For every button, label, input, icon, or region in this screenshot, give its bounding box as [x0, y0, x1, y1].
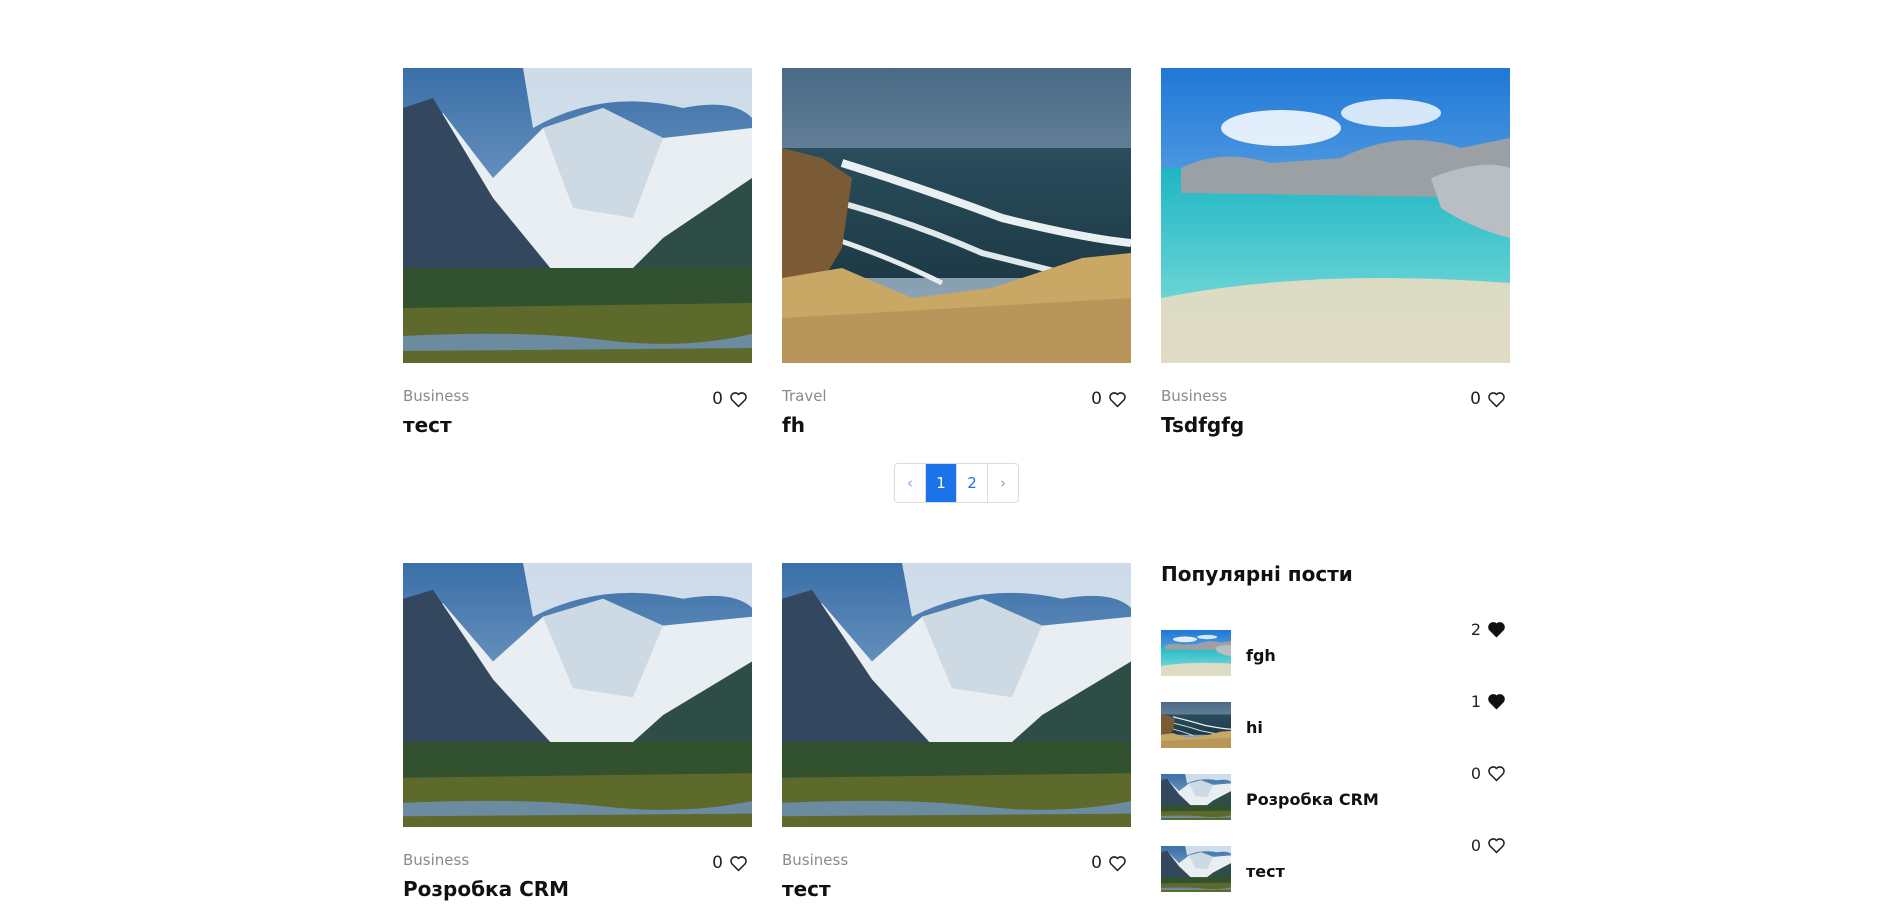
popular-post-thumbnail[interactable]	[1161, 702, 1231, 748]
popular-post-thumbnail[interactable]	[1161, 774, 1231, 820]
like-count: 0	[712, 389, 723, 409]
like-button[interactable]: 0	[712, 853, 748, 873]
like-button[interactable]: 0	[1471, 836, 1506, 855]
popular-posts-heading: Популярні пости	[1161, 562, 1353, 586]
popular-post-item[interactable]: тест 0	[1161, 836, 1510, 892]
post-card[interactable]: Business 0 тест	[403, 68, 752, 437]
heart-outline-icon[interactable]	[1487, 391, 1506, 408]
like-count: 0	[1470, 764, 1481, 783]
popular-post-title[interactable]: тест	[1246, 862, 1285, 881]
heart-outline-icon[interactable]	[729, 855, 748, 872]
post-category[interactable]: Business	[403, 851, 469, 869]
popular-post-item[interactable]: hi 1	[1161, 692, 1510, 748]
like-button[interactable]: 1	[1471, 692, 1506, 711]
like-count: 0	[1091, 389, 1102, 409]
post-card[interactable]: Business 0 Tsdfgfg	[1161, 68, 1510, 437]
post-category[interactable]: Business	[403, 387, 469, 405]
popular-post-thumbnail[interactable]	[1161, 630, 1231, 676]
post-image[interactable]	[403, 563, 752, 827]
post-category[interactable]: Travel	[782, 387, 827, 405]
page-1-button[interactable]: 1	[925, 464, 956, 502]
post-card[interactable]: Business 0 тест	[782, 563, 1131, 901]
post-card[interactable]: Travel 0 fh	[782, 68, 1131, 437]
post-category[interactable]: Business	[782, 851, 848, 869]
popular-post-thumbnail[interactable]	[1161, 846, 1231, 892]
post-image[interactable]	[403, 68, 752, 363]
like-count: 1	[1470, 692, 1481, 711]
pagination: ‹ 1 2 ›	[894, 463, 1019, 503]
like-button[interactable]: 2	[1471, 620, 1506, 639]
heart-outline-icon[interactable]	[1108, 855, 1127, 872]
like-button[interactable]: 0	[712, 389, 748, 409]
popular-post-item[interactable]: fgh 2	[1161, 620, 1510, 676]
heart-outline-icon[interactable]	[1108, 391, 1127, 408]
popular-post-title[interactable]: hi	[1246, 718, 1263, 737]
post-image[interactable]	[1161, 68, 1510, 363]
heart-outline-icon[interactable]	[1487, 765, 1506, 782]
like-count: 0	[1470, 389, 1481, 409]
popular-post-title[interactable]: Розробка CRM	[1246, 790, 1379, 809]
post-category[interactable]: Business	[1161, 387, 1227, 405]
heart-outline-icon[interactable]	[1487, 837, 1506, 854]
heart-filled-icon[interactable]	[1487, 621, 1506, 638]
next-page-button[interactable]: ›	[987, 464, 1018, 502]
like-count: 0	[712, 853, 723, 873]
like-button[interactable]: 0	[1470, 389, 1506, 409]
post-card[interactable]: Business 0 Розробка CRM	[403, 563, 752, 901]
heart-outline-icon[interactable]	[729, 391, 748, 408]
page-2-button[interactable]: 2	[956, 464, 987, 502]
popular-posts: Популярні пости fgh 2 hi 1 Розробка CRM …	[1161, 562, 1510, 586]
like-button[interactable]: 0	[1091, 389, 1127, 409]
popular-post-title[interactable]: fgh	[1246, 646, 1276, 665]
like-count: 0	[1470, 836, 1481, 855]
popular-post-item[interactable]: Розробка CRM 0	[1161, 764, 1510, 820]
like-button[interactable]: 0	[1471, 764, 1506, 783]
like-count: 2	[1470, 620, 1481, 639]
like-count: 0	[1091, 853, 1102, 873]
like-button[interactable]: 0	[1091, 853, 1127, 873]
heart-filled-icon[interactable]	[1487, 693, 1506, 710]
post-image[interactable]	[782, 68, 1131, 363]
post-image[interactable]	[782, 563, 1131, 827]
prev-page-button[interactable]: ‹	[895, 464, 925, 502]
